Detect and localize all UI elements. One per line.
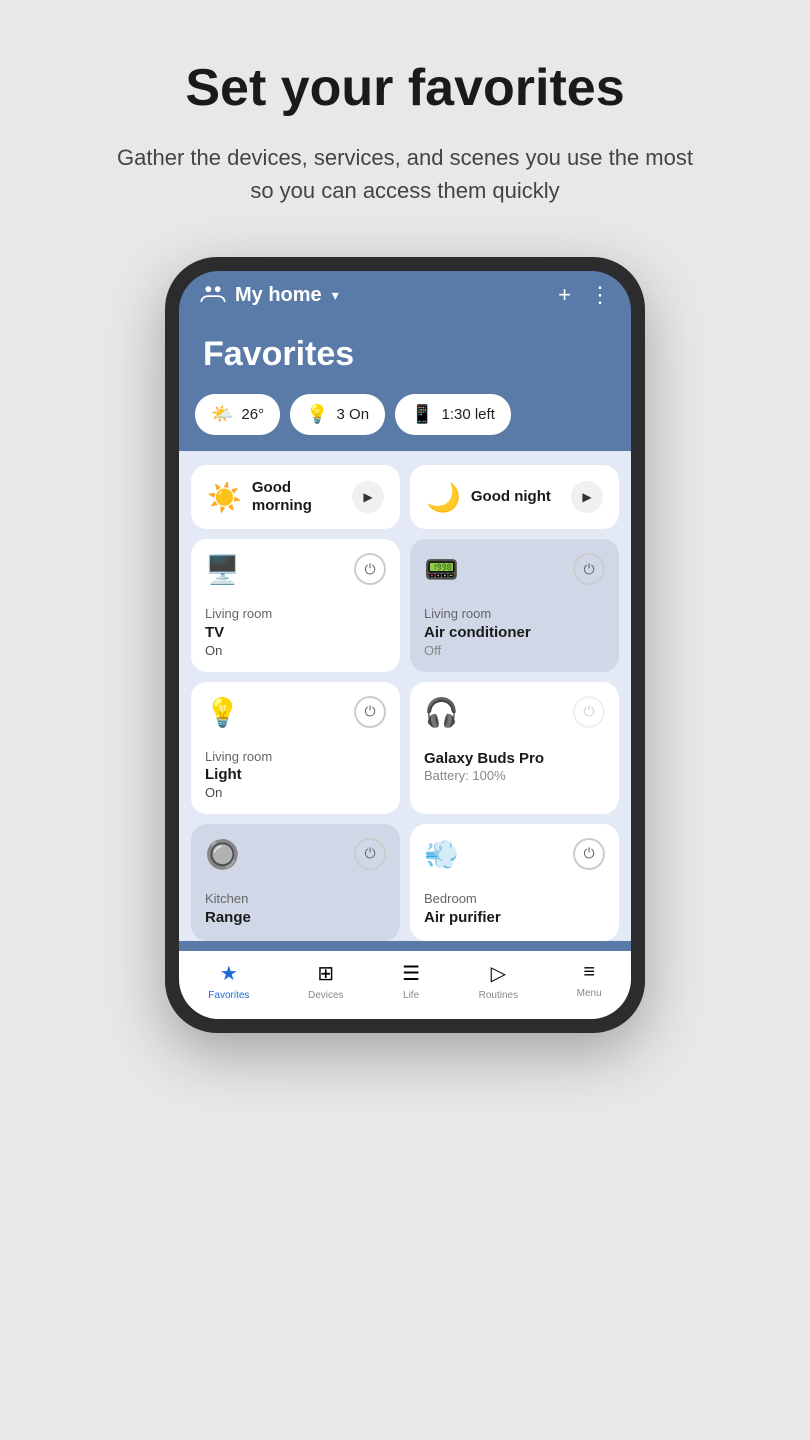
nav-favorites[interactable]: ★ Favorites <box>208 961 249 1001</box>
tv-location: Living room <box>205 606 386 623</box>
timer-icon: 📱 <box>411 404 433 425</box>
light-location: Living room <box>205 749 386 766</box>
chips-row: 🌤️ 26° 💡 3 On 📱 1:30 left <box>179 394 631 451</box>
phone-mockup: My home ▾ + ⋮ Favorites 🌤️ 26° 💡 3 On 📱 <box>165 257 645 1033</box>
tv-power-button[interactable]: ⏻ <box>354 553 386 585</box>
page-subtitle: Gather the devices, services, and scenes… <box>115 141 695 207</box>
life-nav-icon: ☰ <box>402 961 420 986</box>
lights-label: 3 On <box>337 406 370 423</box>
buds-status: Battery: 100% <box>424 768 605 783</box>
page-headline: Set your favorites <box>185 60 624 117</box>
lights-chip[interactable]: 💡 3 On <box>290 394 385 435</box>
favorites-title-section: Favorites <box>179 325 631 394</box>
content-area: ☀️ Good morning ▶ 🌙 Good night ▶ <box>179 451 631 941</box>
purifier-icon: 💨 <box>424 838 459 871</box>
light-device-card[interactable]: 💡 ⏻ Living room Light On <box>191 682 400 814</box>
range-icon: 🔘 <box>205 838 240 871</box>
night-text: Good night <box>471 488 561 506</box>
tv-status: On <box>205 643 386 658</box>
ac-location: Living room <box>424 606 605 623</box>
range-device-card[interactable]: 🔘 ⏻ Kitchen Range <box>191 824 400 941</box>
ac-device-card[interactable]: 📟 ⏻ Living room Air conditioner Off <box>410 539 619 671</box>
buds-name: Galaxy Buds Pro <box>424 749 605 769</box>
purifier-location: Bedroom <box>424 891 605 908</box>
light-bulb-icon: 💡 <box>205 696 240 729</box>
buds-device-card[interactable]: 🎧 ⏻ Galaxy Buds Pro Battery: 100% <box>410 682 619 814</box>
add-button[interactable]: + <box>558 282 571 308</box>
weather-icon: 🌤️ <box>211 404 233 425</box>
morning-play-button[interactable]: ▶ <box>352 481 384 513</box>
menu-nav-icon: ≡ <box>583 961 595 984</box>
buds-icon: 🎧 <box>424 696 459 729</box>
good-night-scene[interactable]: 🌙 Good night ▶ <box>410 465 619 529</box>
scenes-row: ☀️ Good morning ▶ 🌙 Good night ▶ <box>191 465 619 529</box>
nav-menu[interactable]: ≡ Menu <box>577 961 602 1001</box>
life-nav-label: Life <box>403 990 419 1001</box>
tv-icon: 🖥️ <box>205 553 240 586</box>
range-location: Kitchen <box>205 891 386 908</box>
more-button[interactable]: ⋮ <box>589 282 611 308</box>
morning-text: Good morning <box>252 479 342 515</box>
purifier-device-card[interactable]: 💨 ⏻ Bedroom Air purifier <box>410 824 619 941</box>
light-card-top: 💡 ⏻ <box>205 696 386 729</box>
favorites-nav-icon: ★ <box>220 961 238 986</box>
night-label: Good night <box>471 488 561 506</box>
favorites-heading: Favorites <box>203 335 607 374</box>
dropdown-arrow-icon[interactable]: ▾ <box>332 287 339 304</box>
tv-name: TV <box>205 623 386 643</box>
tv-device-card[interactable]: 🖥️ ⏻ Living room TV On <box>191 539 400 671</box>
favorites-nav-label: Favorites <box>208 990 249 1001</box>
app-header: My home ▾ + ⋮ <box>179 271 631 325</box>
nav-devices[interactable]: ⊞ Devices <box>308 961 344 1001</box>
ac-power-button[interactable]: ⏻ <box>573 553 605 585</box>
home-title[interactable]: My home <box>235 284 322 307</box>
range-card-top: 🔘 ⏻ <box>205 838 386 871</box>
ac-name: Air conditioner <box>424 623 605 643</box>
menu-nav-label: Menu <box>577 988 602 999</box>
light-name: Light <box>205 765 386 785</box>
morning-icon: ☀️ <box>207 481 242 514</box>
phone-screen: My home ▾ + ⋮ Favorites 🌤️ 26° 💡 3 On 📱 <box>179 271 631 1019</box>
buds-power-button: ⏻ <box>573 696 605 728</box>
night-icon: 🌙 <box>426 481 461 514</box>
routines-nav-label: Routines <box>479 990 518 1001</box>
morning-label: Good morning <box>252 479 342 515</box>
ac-icon: 📟 <box>424 553 459 586</box>
routines-nav-icon: ▷ <box>491 961 506 986</box>
devices-nav-label: Devices <box>308 990 344 1001</box>
light-status: On <box>205 785 386 800</box>
night-play-button[interactable]: ▶ <box>571 481 603 513</box>
timer-chip[interactable]: 📱 1:30 left <box>395 394 511 435</box>
purifier-name: Air purifier <box>424 908 605 928</box>
timer-label: 1:30 left <box>441 406 494 423</box>
ac-status: Off <box>424 643 605 658</box>
nav-routines[interactable]: ▷ Routines <box>479 961 518 1001</box>
range-name: Range <box>205 908 386 928</box>
devices-nav-icon: ⊞ <box>317 961 334 986</box>
nav-life[interactable]: ☰ Life <box>402 961 420 1001</box>
good-morning-scene[interactable]: ☀️ Good morning ▶ <box>191 465 400 529</box>
purifier-power-button[interactable]: ⏻ <box>573 838 605 870</box>
weather-chip[interactable]: 🌤️ 26° <box>195 394 280 435</box>
light-power-button[interactable]: ⏻ <box>354 696 386 728</box>
tv-card-top: 🖥️ ⏻ <box>205 553 386 586</box>
header-right: + ⋮ <box>558 282 611 308</box>
buds-card-top: 🎧 ⏻ <box>424 696 605 729</box>
range-power-button[interactable]: ⏻ <box>354 838 386 870</box>
light-icon: 💡 <box>306 404 328 425</box>
bottom-nav: ★ Favorites ⊞ Devices ☰ Life ▷ Routines … <box>179 951 631 1019</box>
device-grid: 🖥️ ⏻ Living room TV On 📟 ⏻ Living room A… <box>191 539 619 941</box>
purifier-card-top: 💨 ⏻ <box>424 838 605 871</box>
ac-card-top: 📟 ⏻ <box>424 553 605 586</box>
home-members-icon <box>199 281 227 309</box>
header-left: My home ▾ <box>199 281 339 309</box>
weather-label: 26° <box>241 406 264 423</box>
